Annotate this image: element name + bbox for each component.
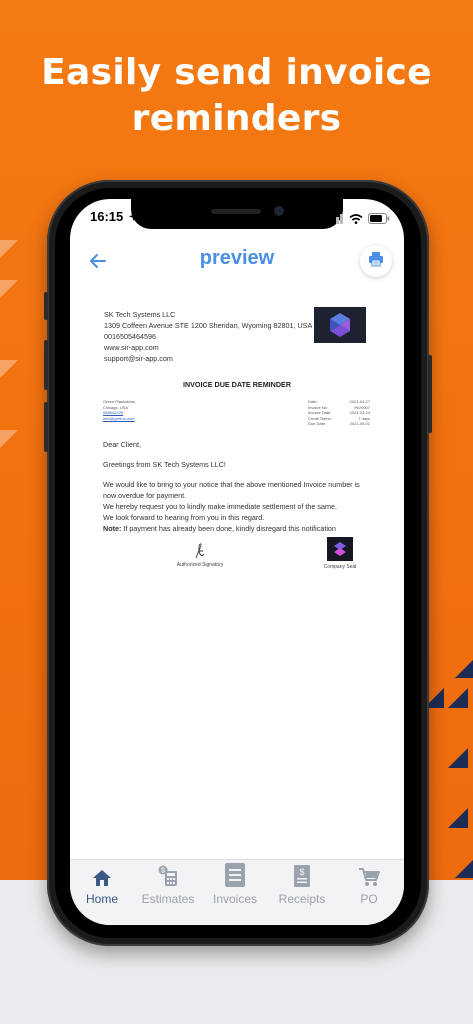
- invoice-meta: Date: 2021-04-27 Invoice No: INV0007 Invoi…: [308, 399, 370, 427]
- phone-volume-down: [44, 402, 48, 452]
- paragraph-forward: We look forward to hearing from you in t…: [103, 513, 265, 522]
- tab-po[interactable]: PO: [337, 868, 401, 906]
- home-icon: [92, 869, 112, 890]
- client-email-link[interactable]: info@greeno.com: [103, 416, 135, 422]
- company-info: SK Tech Systems LLC 1309 Coffeen Avenue …: [104, 309, 312, 364]
- seal-block: Company Seal: [310, 537, 370, 570]
- paragraph-request: We hereby request you to kindly make imm…: [103, 502, 337, 511]
- calculator-icon: $: [157, 865, 179, 890]
- meta-value: 2021-05-01: [349, 421, 370, 426]
- meta-row: Due Date: 2021-05-01: [308, 421, 370, 427]
- signature-label: Authorized Signatory: [176, 562, 224, 568]
- print-button[interactable]: [360, 245, 392, 277]
- tab-label: Home: [85, 892, 118, 906]
- client-info: Green Plantations Chicago, USA 088542225…: [103, 399, 135, 421]
- tab-label: Estimates: [141, 892, 195, 906]
- battery-icon: [368, 211, 390, 229]
- phone-power-button: [428, 355, 432, 433]
- headline-line1: Easily send invoice: [41, 52, 432, 93]
- headline-line2: reminders: [131, 98, 342, 139]
- invoice-icon: [225, 863, 245, 890]
- phone-mute-switch: [44, 292, 48, 320]
- note: Note: If payment has already been done, …: [103, 523, 373, 534]
- tab-receipts[interactable]: $ Receipts: [270, 865, 334, 906]
- tab-label: Receipts: [278, 892, 326, 906]
- company-seal-image: [327, 537, 353, 561]
- meta-label: Due Date:: [308, 421, 327, 426]
- svg-text:$: $: [299, 867, 304, 877]
- document-title: INVOICE DUE DATE REMINDER: [182, 380, 292, 389]
- page-title: preview: [199, 247, 275, 269]
- tab-label: PO: [360, 892, 378, 906]
- wifi-icon: [349, 211, 363, 229]
- notch: [131, 199, 343, 229]
- speaker: [211, 209, 261, 214]
- note-text: If payment has already been done, kindly…: [121, 524, 336, 533]
- company-website: www.sir-app.com: [104, 343, 159, 352]
- status-time: 16:15: [90, 209, 124, 224]
- tab-bar: Home $ Estimates Invoices $ Receipts PO: [70, 859, 404, 925]
- front-camera: [274, 206, 284, 216]
- signature-image: [195, 543, 205, 559]
- letter-body: Dear Client, Greetings from SK Tech Syst…: [103, 439, 373, 534]
- salutation: Dear Client,: [103, 440, 141, 449]
- greeting: Greetings from SK Tech Systems LLC!: [103, 460, 226, 469]
- svg-text:$: $: [161, 868, 165, 875]
- company-logo: [314, 307, 366, 343]
- tab-home[interactable]: Home: [70, 868, 134, 906]
- tab-label: Invoices: [212, 892, 258, 906]
- headline: Easily send invoice reminders: [0, 50, 473, 142]
- company-address: 1309 Coffeen Avenue STE 1200 Sheridan, W…: [104, 321, 313, 330]
- tab-invoices[interactable]: Invoices: [203, 863, 267, 906]
- signature-block: Authorized Signatory: [170, 542, 230, 568]
- tab-estimates[interactable]: $ Estimates: [136, 865, 200, 906]
- receipt-icon: $: [294, 865, 310, 890]
- company-phone: 0016505464596: [104, 332, 156, 341]
- paragraph-overdue: We would like to bring to your notice th…: [103, 480, 360, 500]
- client-name: Green Plantations: [103, 399, 136, 404]
- printer-icon: [368, 251, 384, 272]
- seal-label: Company Seal: [323, 564, 357, 570]
- phone-volume-up: [44, 340, 48, 390]
- cellular-signal-icon: [328, 211, 344, 229]
- decorative-triangles-left: [0, 240, 18, 448]
- note-label: Note:: [103, 524, 122, 533]
- phone-screen: 16:15 preview SK Tech Systems LLC 1309 C…: [70, 199, 404, 925]
- navigation-bar: preview: [70, 243, 404, 279]
- cart-icon: [358, 867, 380, 890]
- company-name: SK Tech Systems LLC: [104, 310, 176, 319]
- company-email: support@sir-app.com: [104, 354, 173, 363]
- status-icons: [328, 211, 390, 229]
